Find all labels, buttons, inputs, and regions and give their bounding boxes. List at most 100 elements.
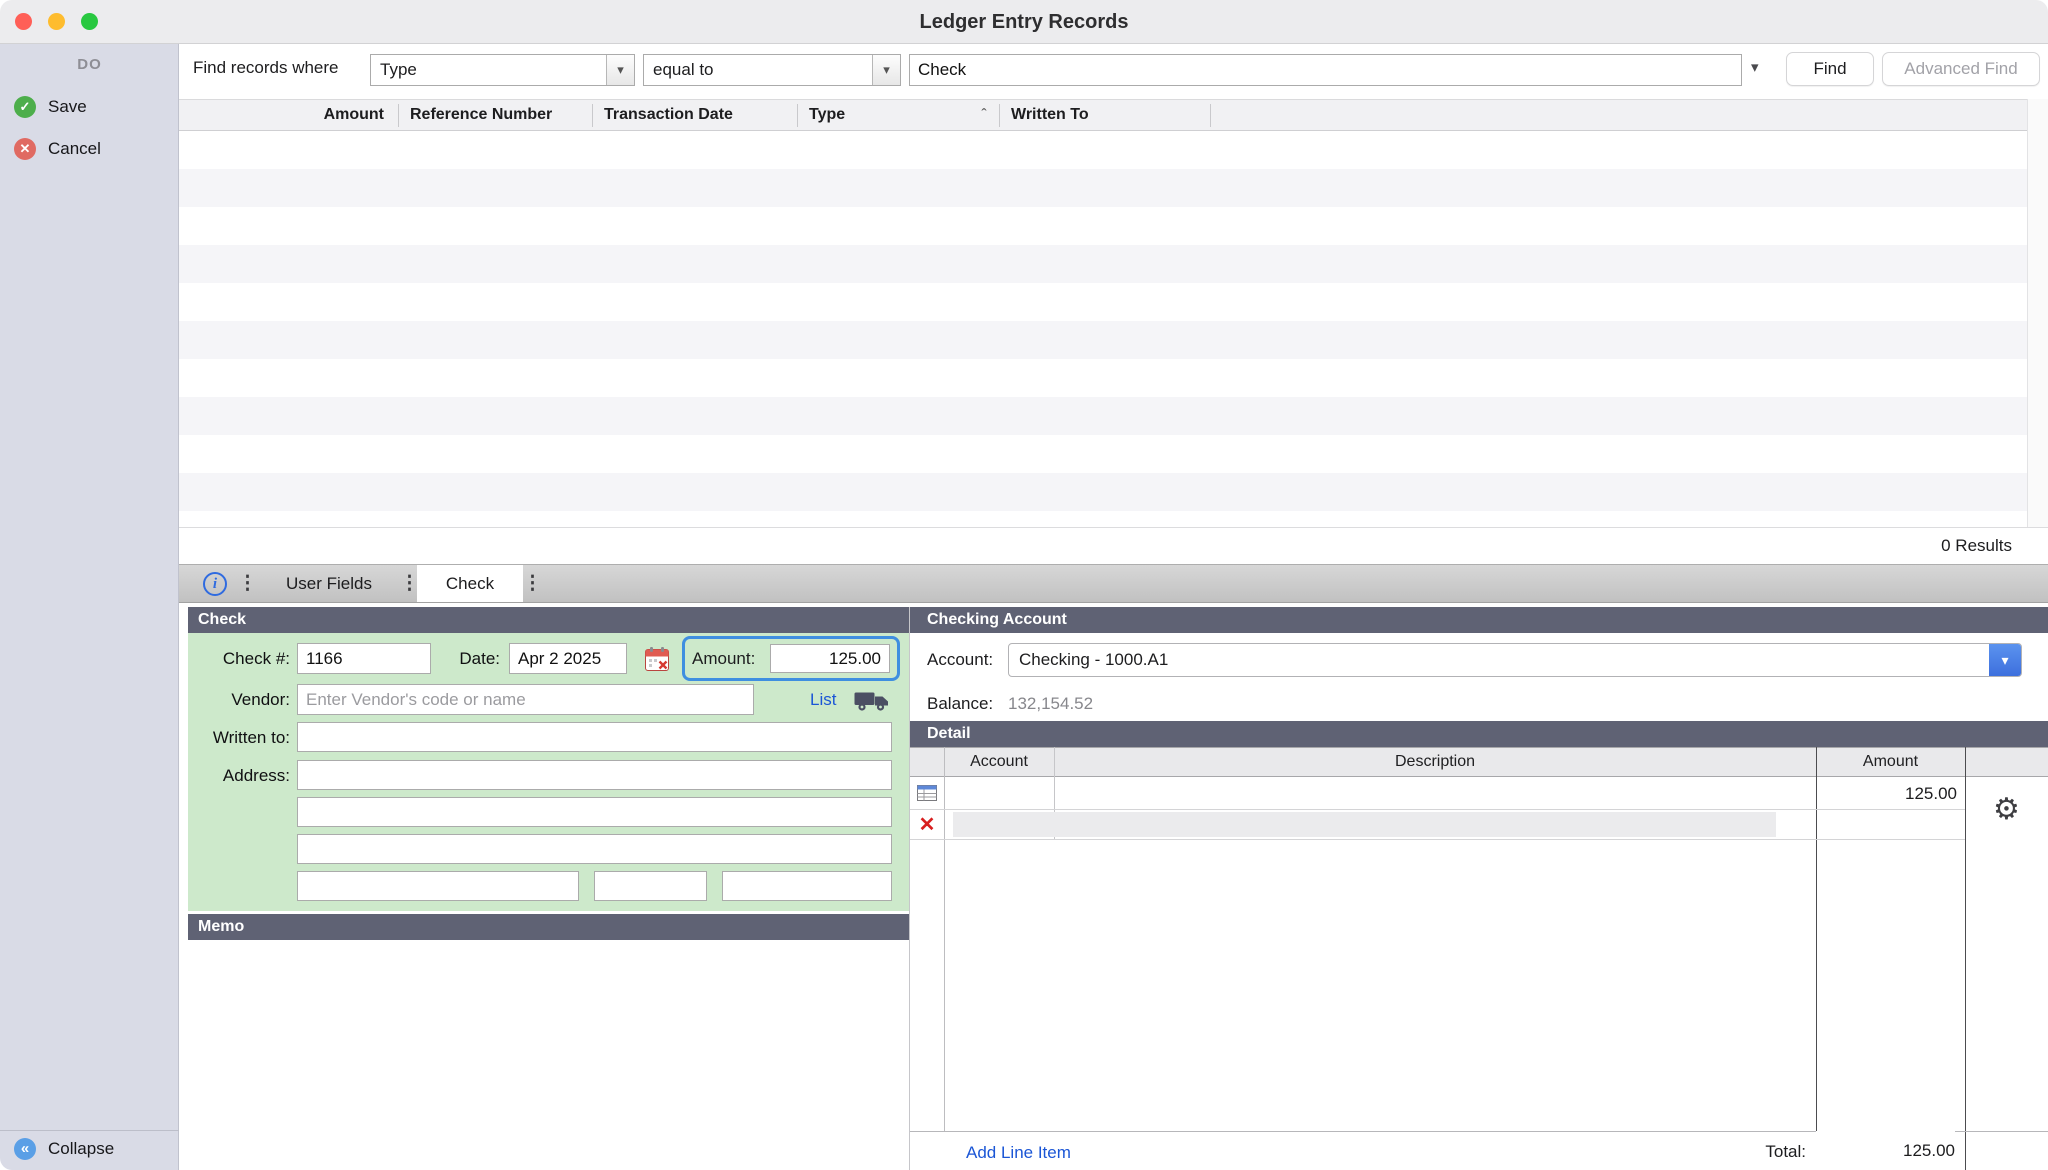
written-to-input[interactable] bbox=[297, 722, 892, 752]
results-row bbox=[179, 359, 2048, 397]
account-panel-header: Checking Account bbox=[910, 607, 2048, 633]
address-label: Address: bbox=[150, 760, 290, 791]
tab-bar: i ⋮ User Fields ⋮ Check ⋮ bbox=[179, 564, 2048, 603]
results-rows bbox=[179, 131, 2048, 511]
line-item-amount[interactable]: 125.00 bbox=[1816, 779, 1957, 809]
info-icon[interactable]: i bbox=[203, 572, 227, 596]
vendor-input[interactable] bbox=[297, 684, 754, 715]
results-header: Amount Reference Number Transaction Date… bbox=[179, 99, 2048, 131]
memo-header: Memo bbox=[188, 914, 909, 940]
line-item-detail-icon[interactable] bbox=[917, 784, 937, 802]
address-line1-input[interactable] bbox=[297, 760, 892, 790]
results-row bbox=[179, 207, 2048, 245]
vendor-list-link[interactable]: List bbox=[810, 684, 836, 715]
tab-user-fields[interactable]: User Fields bbox=[258, 565, 400, 602]
address-city-input[interactable] bbox=[297, 871, 579, 901]
date-label: Date: bbox=[395, 643, 500, 674]
account-label: Account: bbox=[927, 646, 993, 674]
amount-label: Amount: bbox=[692, 643, 755, 674]
column-header-transaction-date[interactable]: Transaction Date bbox=[604, 100, 784, 130]
advanced-find-button[interactable]: Advanced Find bbox=[1882, 52, 2040, 86]
column-divider bbox=[592, 104, 593, 127]
balance-value: 132,154.52 bbox=[1008, 692, 1093, 716]
line-item-account-input[interactable] bbox=[946, 780, 1052, 808]
column-divider bbox=[797, 104, 798, 127]
date-input[interactable] bbox=[509, 643, 627, 674]
panel-divider bbox=[909, 607, 910, 1170]
operator-selector-dropdown[interactable]: equal to ▾ bbox=[643, 54, 901, 86]
results-row bbox=[179, 397, 2048, 435]
saved-finds-disclosure-icon[interactable]: ▾ bbox=[1751, 58, 1759, 76]
detail-header: Detail bbox=[910, 721, 2048, 747]
address-zip-input[interactable] bbox=[722, 871, 892, 901]
results-row bbox=[179, 321, 2048, 359]
drag-handle-icon[interactable]: ⋮ bbox=[523, 565, 542, 602]
column-divider bbox=[999, 104, 1000, 127]
truck-icon[interactable] bbox=[854, 690, 890, 712]
chevron-down-icon: ▾ bbox=[872, 55, 900, 85]
calendar-icon[interactable] bbox=[644, 646, 670, 672]
column-divider bbox=[1210, 104, 1211, 127]
sort-ascending-icon: ˆ bbox=[974, 102, 994, 130]
gear-icon[interactable]: ⚙ bbox=[1965, 788, 2048, 832]
collapse-label: Collapse bbox=[48, 1138, 114, 1160]
status-bar: 0 Results bbox=[179, 527, 2048, 564]
sidebar-section-label: DO bbox=[0, 56, 179, 73]
column-header-amount[interactable]: Amount bbox=[179, 100, 398, 130]
cancel-button[interactable]: ✕ Cancel bbox=[14, 138, 174, 160]
app-window: Ledger Entry Records DO ✓ Save ✕ Cancel … bbox=[0, 0, 2048, 1170]
account-dropdown-value: Checking - 1000.A1 bbox=[1009, 644, 1989, 676]
address-line2-input[interactable] bbox=[297, 797, 892, 827]
balance-label: Balance: bbox=[927, 692, 993, 716]
drag-handle-icon[interactable]: ⋮ bbox=[238, 565, 257, 602]
cancel-x-icon: ✕ bbox=[14, 138, 36, 160]
address-state-input[interactable] bbox=[594, 871, 707, 901]
sidebar: DO ✓ Save ✕ Cancel « Collapse bbox=[0, 44, 179, 1170]
detail-column-description: Description bbox=[1054, 747, 1816, 777]
results-row bbox=[179, 435, 2048, 473]
add-line-item-link[interactable]: Add Line Item bbox=[966, 1140, 1071, 1166]
save-button[interactable]: ✓ Save bbox=[14, 96, 174, 118]
delete-line-item-icon[interactable]: ✕ bbox=[912, 811, 942, 839]
results-count: 0 Results bbox=[1941, 536, 2012, 555]
search-value-input[interactable] bbox=[909, 54, 1742, 86]
cancel-label: Cancel bbox=[48, 138, 101, 160]
find-bar: Find records where Type ▾ equal to ▾ ▾ F… bbox=[179, 44, 2048, 94]
save-check-icon: ✓ bbox=[14, 96, 36, 118]
detail-grid-line bbox=[1816, 747, 1817, 1170]
check-number-label: Check #: bbox=[150, 643, 290, 674]
chevron-down-icon: ▾ bbox=[606, 55, 634, 85]
results-row bbox=[179, 169, 2048, 207]
results-row bbox=[179, 473, 2048, 511]
title-bar: Ledger Entry Records bbox=[0, 0, 2048, 44]
tab-check[interactable]: Check bbox=[417, 565, 523, 602]
detail-row-divider bbox=[910, 809, 1965, 810]
detail-grid-line bbox=[944, 747, 945, 1131]
collapse-chevrons-icon: « bbox=[14, 1138, 36, 1160]
amount-field-highlight: Amount: bbox=[682, 636, 900, 681]
column-header-written-to[interactable]: Written To bbox=[1011, 100, 1201, 130]
results-row bbox=[179, 283, 2048, 321]
detail-column-account: Account bbox=[944, 747, 1054, 777]
save-label: Save bbox=[48, 96, 87, 118]
account-dropdown[interactable]: Checking - 1000.A1 ▾ bbox=[1008, 643, 2022, 677]
memo-field[interactable] bbox=[188, 940, 909, 1170]
amount-input[interactable] bbox=[770, 644, 890, 673]
operator-selector-value: equal to bbox=[644, 55, 872, 85]
column-header-type[interactable]: Type bbox=[809, 100, 959, 130]
chevron-down-icon: ▾ bbox=[1989, 644, 2021, 676]
results-row bbox=[179, 131, 2048, 169]
empty-line-item-field[interactable] bbox=[953, 812, 1776, 837]
window-title: Ledger Entry Records bbox=[0, 0, 2048, 44]
written-to-label: Written to: bbox=[130, 722, 290, 753]
column-header-reference-number[interactable]: Reference Number bbox=[410, 100, 592, 130]
find-prompt: Find records where bbox=[193, 58, 339, 78]
collapse-button[interactable]: « Collapse bbox=[14, 1138, 174, 1160]
detail-row-divider bbox=[910, 839, 1965, 840]
field-selector-dropdown[interactable]: Type ▾ bbox=[370, 54, 635, 86]
vertical-scrollbar[interactable] bbox=[2027, 99, 2048, 527]
sidebar-divider bbox=[0, 1130, 179, 1131]
address-line3-input[interactable] bbox=[297, 834, 892, 864]
vendor-label: Vendor: bbox=[150, 684, 290, 715]
find-button[interactable]: Find bbox=[1786, 52, 1874, 86]
